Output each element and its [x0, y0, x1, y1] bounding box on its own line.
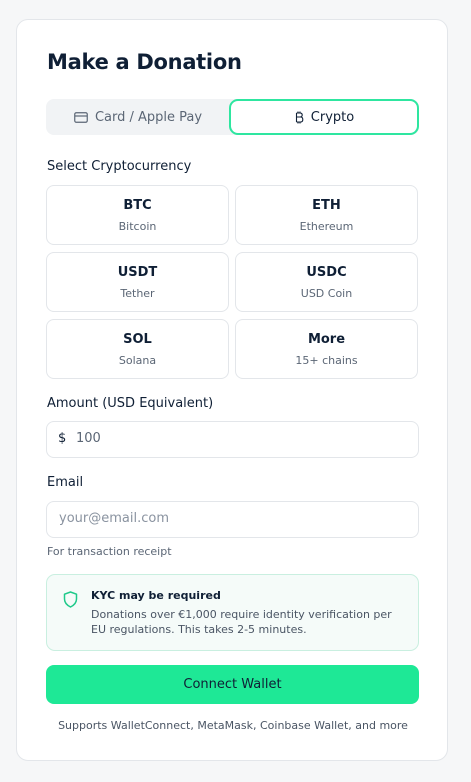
tab-crypto[interactable]: Crypto: [229, 99, 419, 135]
coin-name: 15+ chains: [295, 354, 358, 367]
coin-symbol: More: [307, 332, 346, 347]
coin-name: USD Coin: [300, 287, 353, 300]
amount-label: Amount (USD Equivalent): [47, 396, 214, 411]
email-label: Email: [47, 475, 84, 490]
supported-wallets-text: Supports WalletConnect, MetaMask, Coinba…: [58, 719, 408, 732]
page-title: Make a Donation: [47, 50, 242, 74]
coin-symbol: USDT: [117, 265, 158, 280]
shield-icon: [63, 591, 78, 612]
coin-name: Bitcoin: [118, 220, 157, 233]
coin-symbol: USDC: [306, 265, 347, 280]
donation-card: Make a Donation Card / Apple Pay Crypto …: [16, 19, 448, 761]
select-crypto-label: Select Cryptocurrency: [47, 159, 192, 174]
coin-option-more[interactable]: More 15+ chains: [235, 319, 418, 379]
coin-symbol: ETH: [312, 198, 341, 213]
email-field[interactable]: your@email.com: [46, 501, 419, 538]
connect-wallet-button[interactable]: Connect Wallet: [46, 665, 419, 704]
coin-option-usdt[interactable]: USDT Tether: [46, 252, 229, 312]
tab-card-apple-pay[interactable]: Card / Apple Pay: [46, 99, 230, 135]
payment-method-tabs: Card / Apple Pay Crypto: [46, 99, 419, 135]
tab-card-label: Card / Apple Pay: [94, 109, 203, 125]
coin-symbol: BTC: [123, 198, 152, 213]
credit-card-icon: [74, 111, 88, 123]
kyc-title: KYC may be required: [91, 589, 221, 602]
email-placeholder: your@email.com: [59, 511, 169, 526]
coin-option-usdc[interactable]: USDC USD Coin: [235, 252, 418, 312]
bitcoin-icon: [294, 111, 304, 124]
coin-option-btc[interactable]: BTC Bitcoin: [46, 185, 229, 245]
kyc-notice: KYC may be required Donations over €1,00…: [46, 574, 419, 651]
coin-name: Solana: [118, 354, 157, 367]
amount-input[interactable]: $ 100: [46, 421, 419, 458]
coin-name: Tether: [120, 287, 155, 300]
coin-option-eth[interactable]: ETH Ethereum: [235, 185, 418, 245]
currency-symbol: $: [58, 431, 67, 446]
amount-value: 100: [76, 431, 101, 446]
tab-crypto-label: Crypto: [310, 109, 355, 125]
coin-symbol: SOL: [123, 332, 152, 347]
kyc-text: Donations over €1,000 require identity v…: [91, 608, 392, 636]
email-hint: For transaction receipt: [47, 545, 172, 558]
coin-name: Ethereum: [299, 220, 354, 233]
coin-option-sol[interactable]: SOL Solana: [46, 319, 229, 379]
